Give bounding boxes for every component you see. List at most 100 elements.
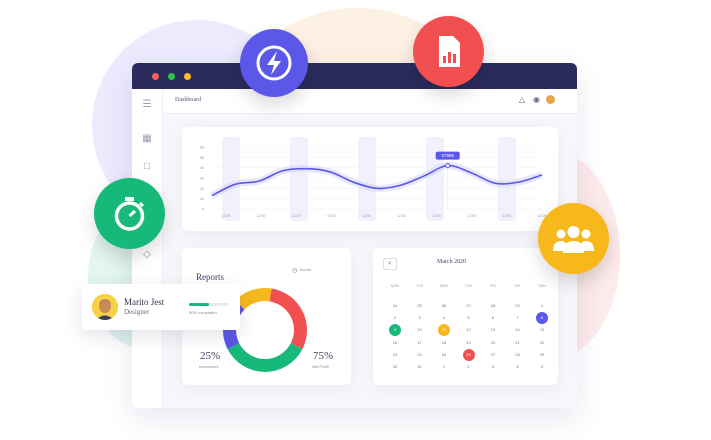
calendar-day[interactable]: 1 — [438, 361, 450, 373]
calendar-day[interactable]: 3 — [414, 312, 426, 324]
topbar: Dashboard △ ◉ — [163, 89, 577, 114]
tooltip-point — [445, 163, 451, 169]
calendar-day[interactable]: 28 — [487, 300, 499, 312]
calendar-day[interactable]: 25 — [414, 300, 426, 312]
calendar-day[interactable]: 26 — [438, 300, 450, 312]
calendar-weekday-header: SUN — [538, 284, 546, 288]
calendar-weekday-header: MON — [390, 284, 400, 288]
calendar-day[interactable]: 24 — [389, 300, 401, 312]
lightning-icon — [240, 29, 308, 97]
donut-slice — [269, 288, 307, 350]
calendar-day[interactable]: 7 — [512, 312, 524, 324]
donut-slice — [227, 343, 303, 372]
calendar-day[interactable]: 25 — [438, 349, 450, 361]
y-tick-label: 2k — [200, 186, 204, 191]
calendar-day[interactable]: 16 — [389, 337, 401, 349]
calendar-day[interactable]: 27 — [463, 300, 475, 312]
chart-band — [222, 137, 240, 221]
y-tick-label: 6k — [200, 145, 204, 150]
calendar-day[interactable]: 19 — [463, 337, 475, 349]
calendar-weekday-header: THU — [464, 284, 473, 288]
window-titlebar — [132, 63, 577, 89]
calendar-day[interactable]: 2 — [463, 361, 475, 373]
calendar-day[interactable]: 2 — [389, 312, 401, 324]
calendar-day[interactable]: 20 — [487, 337, 499, 349]
x-tick-label: 12:00 — [503, 214, 512, 218]
calendar-day[interactable]: 15 — [536, 324, 548, 336]
net-profit-percent: 75% — [313, 350, 334, 362]
y-tick-label: 4k — [200, 165, 204, 170]
progress-label: 50% completed — [189, 310, 217, 315]
calendar-day[interactable]: 12 — [463, 324, 475, 336]
calendar-day[interactable]: 3 — [487, 361, 499, 373]
calendar-title: March 2020 — [437, 259, 467, 265]
calendar-day[interactable]: 28 — [512, 349, 524, 361]
calendar-day[interactable]: 21 — [512, 337, 524, 349]
menu-icon[interactable]: ☰ — [141, 99, 153, 111]
x-tick-label: 12:00 — [397, 214, 406, 218]
x-tick-label: 12:00 — [432, 214, 441, 218]
calendar-prev-button[interactable]: < — [383, 258, 397, 270]
tag-icon[interactable]: ◇ — [141, 249, 153, 261]
calendar-day[interactable]: 23 — [389, 349, 401, 361]
calendar-day[interactable]: 29 — [536, 349, 548, 361]
x-tick-label: 12:00 — [467, 214, 476, 218]
x-tick-label: 12:00 — [292, 214, 301, 218]
x-tick-label: 12:00 — [257, 214, 266, 218]
calendar-day[interactable]: 14 — [512, 324, 524, 336]
calendar-day[interactable]: 31 — [414, 361, 426, 373]
calendar-day[interactable]: 24 — [414, 349, 426, 361]
y-tick-label: 1k — [200, 196, 204, 201]
calendar-day[interactable]: 9 — [389, 324, 401, 337]
calendar-weekday-header: TUE — [416, 284, 423, 288]
calendar-day[interactable]: 29 — [512, 300, 524, 312]
minimize-window-dot[interactable] — [184, 73, 191, 80]
progress-fill — [189, 303, 209, 306]
calendar-day[interactable]: 10 — [414, 324, 426, 336]
profile-card: Marito Jest Designer 50% completed — [82, 284, 240, 330]
calendar-day[interactable]: 4 — [438, 312, 450, 324]
calendar-day[interactable]: 22 — [536, 337, 548, 349]
net-profit-label: Net Profit — [312, 364, 329, 369]
grid-icon[interactable]: ▦ — [141, 133, 153, 145]
tooltip-value: 57986 — [441, 153, 454, 158]
investment-percent: 25% — [200, 350, 221, 362]
x-tick-label: 12:00 — [327, 214, 336, 218]
calendar-day[interactable]: 1 — [536, 300, 548, 312]
profile-name: Marito Jest — [124, 297, 165, 307]
chat-icon[interactable]: □ — [141, 161, 153, 173]
page-title: Dashboard — [175, 97, 201, 103]
calendar-day[interactable]: 5 — [463, 312, 475, 324]
calendar-day[interactable]: 6 — [487, 312, 499, 324]
bell-icon[interactable]: △ — [519, 95, 525, 104]
chart-band — [358, 137, 376, 221]
y-tick-label: 3k — [200, 176, 204, 181]
calendar-day[interactable]: 30 — [389, 361, 401, 373]
calendar-weekday-header: SAT — [514, 284, 521, 288]
calendar-day[interactable]: 18 — [438, 337, 450, 349]
settings-icon[interactable]: ◉ — [533, 95, 540, 104]
calendar-day[interactable]: 4 — [512, 361, 524, 373]
calendar-weekday-header: WED — [439, 284, 449, 288]
chart-band — [498, 137, 516, 221]
calendar-day[interactable]: 11 — [438, 324, 450, 337]
avatar[interactable] — [546, 95, 555, 104]
y-tick-label: 0 — [202, 207, 205, 212]
calendar-day[interactable]: 26 — [462, 348, 475, 361]
maximize-window-dot[interactable] — [168, 73, 175, 80]
stopwatch-icon — [94, 178, 165, 249]
line-chart: 6k 5k 4k 3k 2k 1k 0 12:00 12:00 12:00 12:00 12:00 12… — [200, 137, 546, 221]
profile-role: Designer — [124, 308, 150, 316]
report-document-icon — [413, 16, 484, 87]
investment-label: Investment — [199, 364, 219, 369]
calendar-day[interactable]: 8 — [536, 312, 548, 325]
calendar-day[interactable]: 13 — [487, 324, 499, 336]
calendar-day[interactable]: 27 — [487, 349, 499, 361]
x-tick-label: 12:00 — [222, 214, 231, 218]
line-chart-card: 6k 5k 4k 3k 2k 1k 0 12:00 12:00 12:00 12:00 12:00 12… — [182, 127, 558, 231]
close-window-dot[interactable] — [152, 73, 159, 80]
calendar-day[interactable]: 17 — [414, 337, 426, 349]
calendar-weekday-header: FRI — [490, 284, 496, 288]
progress-track — [189, 303, 229, 306]
calendar-day[interactable]: 5 — [536, 361, 548, 373]
